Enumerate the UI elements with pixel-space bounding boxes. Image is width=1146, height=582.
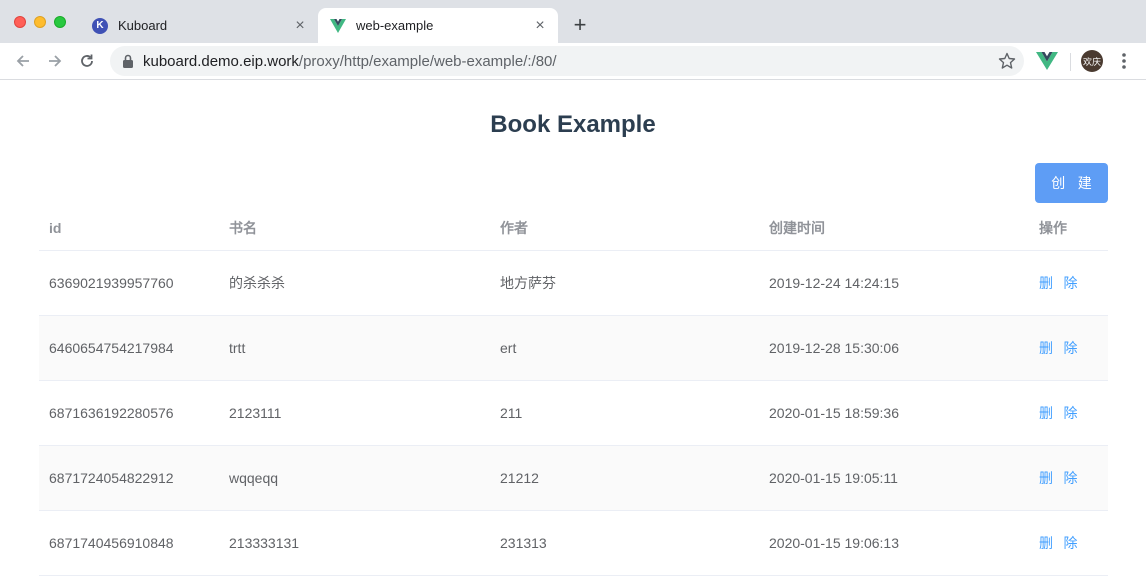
table-row: 6871740456910848 213333131 231313 2020-0… bbox=[39, 511, 1108, 576]
cell-id: 6369021939957760 bbox=[49, 275, 174, 291]
column-header-operation: 操作 bbox=[1039, 221, 1067, 237]
browser-tab-bar: K Kuboard × web-example × + bbox=[0, 0, 1146, 43]
back-arrow-icon[interactable] bbox=[11, 49, 35, 73]
page-title: Book Example bbox=[490, 111, 656, 138]
tab-web-example[interactable]: web-example × bbox=[318, 8, 558, 43]
table-row: 6460654754217984 trtt ert 2019-12-28 15:… bbox=[39, 316, 1108, 381]
close-window-button[interactable] bbox=[14, 16, 26, 28]
create-button[interactable]: 创 建 bbox=[1035, 163, 1108, 203]
cell-author: 231313 bbox=[500, 535, 547, 551]
column-header-name: 书名 bbox=[229, 221, 257, 237]
close-tab-icon[interactable]: × bbox=[532, 17, 548, 34]
cell-time: 2020-01-15 19:06:13 bbox=[769, 535, 899, 551]
reload-icon[interactable] bbox=[75, 49, 99, 73]
delete-button[interactable]: 删 除 bbox=[1039, 338, 1080, 358]
vue-devtools-extension-icon[interactable] bbox=[1036, 51, 1058, 71]
kuboard-favicon-icon: K bbox=[92, 17, 108, 34]
book-table: id 书名 作者 创建时间 操作 6369021939957760 的杀杀杀 地… bbox=[39, 206, 1108, 576]
tab-title: web-example bbox=[356, 18, 434, 33]
minimize-window-button[interactable] bbox=[34, 16, 46, 28]
bookmark-star-icon[interactable] bbox=[998, 52, 1016, 70]
delete-button[interactable]: 删 除 bbox=[1039, 273, 1080, 293]
cell-time: 2019-12-24 14:24:15 bbox=[769, 275, 899, 291]
cell-id: 6460654754217984 bbox=[49, 340, 174, 356]
url-host: kuboard.demo.eip.work bbox=[143, 53, 299, 70]
cell-id: 6871636192280576 bbox=[49, 405, 174, 421]
tab-kuboard[interactable]: K Kuboard × bbox=[80, 8, 318, 43]
delete-button[interactable]: 删 除 bbox=[1039, 403, 1080, 423]
address-bar[interactable]: kuboard.demo.eip.work/proxy/http/example… bbox=[110, 46, 1024, 76]
new-tab-button[interactable]: + bbox=[568, 13, 592, 37]
cell-name: 的杀杀杀 bbox=[229, 276, 285, 292]
cell-author: 21212 bbox=[500, 470, 539, 486]
delete-button[interactable]: 删 除 bbox=[1039, 468, 1080, 488]
cell-id: 6871724054822912 bbox=[49, 470, 174, 486]
vue-favicon-icon bbox=[330, 18, 346, 33]
page-content: Book Example 创 建 id 书名 作者 创建时间 操作 636902… bbox=[0, 81, 1146, 582]
delete-button[interactable]: 删 除 bbox=[1039, 533, 1080, 553]
close-tab-icon[interactable]: × bbox=[292, 17, 308, 34]
cell-time: 2020-01-15 19:05:11 bbox=[769, 470, 898, 486]
cell-name: 213333131 bbox=[229, 535, 300, 551]
cell-name: trtt bbox=[229, 340, 246, 356]
cell-id: 6871740456910848 bbox=[49, 535, 174, 551]
table-header: id 书名 作者 创建时间 操作 bbox=[39, 206, 1108, 251]
cell-time: 2019-12-28 15:30:06 bbox=[769, 340, 899, 356]
cell-time: 2020-01-15 18:59:36 bbox=[769, 405, 899, 421]
profile-avatar[interactable]: 欢庆 bbox=[1081, 50, 1103, 72]
column-header-id: id bbox=[49, 220, 62, 236]
lock-icon bbox=[123, 54, 133, 68]
column-header-time: 创建时间 bbox=[769, 221, 825, 237]
table-row: 6871724054822912 wqqeqq 21212 2020-01-15… bbox=[39, 446, 1108, 511]
cell-author: 地方萨芬 bbox=[500, 276, 556, 292]
browser-toolbar: kuboard.demo.eip.work/proxy/http/example… bbox=[0, 43, 1146, 80]
cell-author: ert bbox=[500, 340, 517, 356]
tab-title: Kuboard bbox=[118, 18, 168, 33]
table-row: 6871636192280576 2123111 211 2020-01-15 … bbox=[39, 381, 1108, 446]
toolbar-divider bbox=[1070, 53, 1071, 71]
column-header-author: 作者 bbox=[500, 221, 528, 237]
table-row: 6369021939957760 的杀杀杀 地方萨芬 2019-12-24 14… bbox=[39, 251, 1108, 316]
maximize-window-button[interactable] bbox=[54, 16, 66, 28]
url-path: /proxy/http/example/web-example/:/80/ bbox=[298, 53, 557, 70]
forward-arrow-icon[interactable] bbox=[43, 49, 67, 73]
cell-name: 2123111 bbox=[229, 405, 282, 421]
cell-name: wqqeqq bbox=[229, 470, 279, 486]
more-menu-icon[interactable] bbox=[1116, 51, 1132, 71]
url-text: kuboard.demo.eip.work/proxy/http/example… bbox=[143, 53, 557, 70]
cell-author: 211 bbox=[500, 405, 523, 421]
